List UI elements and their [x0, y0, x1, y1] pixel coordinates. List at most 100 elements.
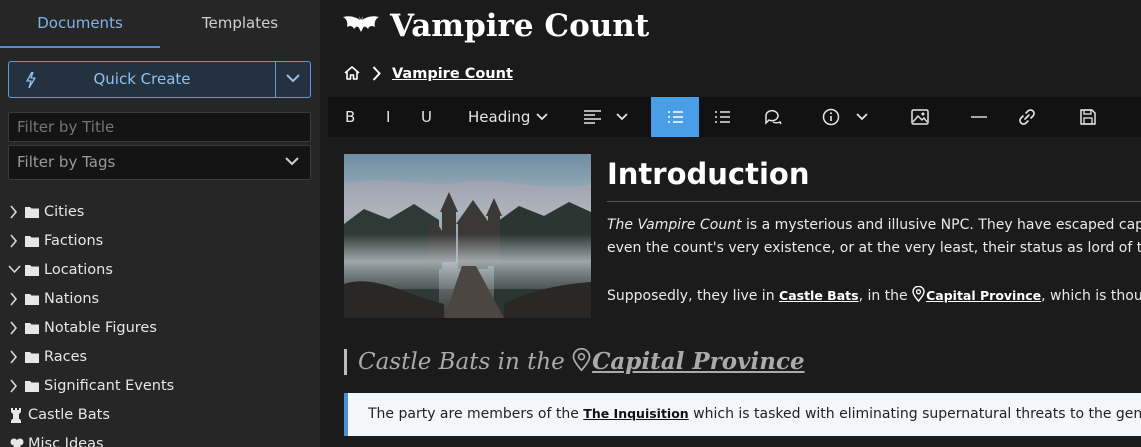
- insert-image-button[interactable]: [908, 97, 932, 137]
- chevron-right-icon[interactable]: [9, 379, 18, 393]
- chevron-down-icon: [536, 113, 548, 121]
- chevron-down-icon[interactable]: [8, 265, 21, 274]
- align-select[interactable]: [576, 97, 636, 137]
- castle-heading-text: Castle Bats in the Capital Province: [358, 346, 805, 378]
- folder-icon: [25, 206, 39, 218]
- lightning-icon: [26, 72, 36, 88]
- callout-text: The party are members of the The Inquisi…: [368, 393, 1141, 435]
- tree-folder-races[interactable]: Races: [0, 343, 320, 372]
- page-title: Vampire Count: [390, 8, 650, 44]
- tree-item-label: Notable Figures: [44, 320, 157, 336]
- callout-text-post: which is tasked with eliminating superna…: [688, 406, 1141, 422]
- bullet-list-icon: [668, 111, 683, 123]
- italic-label: I: [386, 108, 391, 126]
- main-content: Vampire Count Vampire Count B I U Headin…: [320, 0, 1141, 447]
- rook-icon: [10, 408, 22, 423]
- chevron-right-icon[interactable]: [9, 350, 18, 364]
- tree-doc-castle-bats[interactable]: Castle Bats: [0, 401, 320, 430]
- breadcrumb-current[interactable]: Vampire Count: [392, 62, 513, 86]
- tree-folder-nations[interactable]: Nations: [0, 285, 320, 314]
- chevron-down-icon: [856, 113, 868, 121]
- sidebar-tabs: Documents Templates: [0, 0, 320, 48]
- horizontal-rule-button[interactable]: [968, 97, 992, 137]
- underline-button[interactable]: U: [416, 97, 438, 137]
- horizontal-rule-icon: [971, 116, 987, 118]
- tab-templates[interactable]: Templates: [160, 0, 320, 46]
- map-pin-icon: [912, 286, 925, 302]
- tree-folder-locations[interactable]: Locations: [0, 256, 320, 285]
- castle-bats-link[interactable]: Castle Bats: [779, 288, 859, 303]
- chevron-right-icon[interactable]: [9, 292, 18, 306]
- filter-by-tags-select[interactable]: Filter by Tags: [8, 145, 311, 180]
- tree-folder-notable-figures[interactable]: Notable Figures: [0, 314, 320, 343]
- bold-label: B: [345, 108, 356, 126]
- info-select[interactable]: [822, 97, 882, 137]
- editor-toolbar: B I U Heading: [328, 97, 1141, 137]
- location-text-mid: , in the: [858, 288, 913, 304]
- tab-documents[interactable]: Documents: [0, 0, 160, 48]
- castle-heading-pre: Castle Bats in the: [358, 349, 573, 375]
- quick-create-group: Quick Create: [8, 61, 311, 98]
- location-text-post: , which is thought t: [1041, 288, 1141, 304]
- chevron-down-icon: [286, 74, 300, 83]
- filter-by-title-input[interactable]: [8, 112, 311, 142]
- location-text-pre: Supposedly, they live in: [607, 288, 780, 304]
- tree-doc-misc-ideas[interactable]: Misc Ideas: [0, 430, 320, 447]
- quick-create-button[interactable]: Quick Create: [9, 62, 275, 97]
- bat-icon: [343, 14, 379, 34]
- intro-paragraph-line-1: The Vampire Count is a mysterious and il…: [607, 214, 1141, 236]
- save-icon: [1080, 109, 1096, 125]
- folder-icon: [25, 322, 39, 334]
- heading-divider: [607, 201, 1141, 202]
- castle-image: [344, 154, 591, 318]
- callout-text-pre: The party are members of the: [368, 406, 584, 422]
- introduction-heading: Introduction: [607, 157, 810, 191]
- tree-item-label: Significant Events: [44, 378, 175, 394]
- image-icon: [911, 109, 929, 125]
- capital-province-heading-link[interactable]: Capital Province: [592, 348, 805, 375]
- underline-label: U: [421, 108, 432, 126]
- chevron-down-icon: [285, 157, 299, 166]
- numbered-list-button[interactable]: [711, 97, 735, 137]
- heading-select[interactable]: Heading: [468, 97, 558, 137]
- italic-button[interactable]: I: [380, 97, 398, 137]
- numbered-list-icon: [715, 111, 730, 123]
- tree-item-label: Misc Ideas: [28, 436, 104, 447]
- tree-item-label: Factions: [44, 233, 104, 249]
- chevron-down-icon: [616, 113, 628, 121]
- tree-item-label: Races: [44, 349, 88, 365]
- save-button[interactable]: [1076, 97, 1100, 137]
- bold-button[interactable]: B: [340, 97, 360, 137]
- align-left-icon: [584, 110, 601, 124]
- bullet-list-button[interactable]: [651, 97, 699, 137]
- insert-link-button[interactable]: [1015, 97, 1039, 137]
- home-icon[interactable]: [344, 65, 360, 81]
- lightbulb-icon: [10, 437, 24, 447]
- callout-box: The party are members of the The Inquisi…: [344, 393, 1141, 436]
- intro-text: is a mysterious and illusive NPC. They h…: [741, 217, 1141, 233]
- tree-folder-factions[interactable]: Factions: [0, 227, 320, 256]
- chevron-right-icon[interactable]: [9, 205, 18, 219]
- the-inquisition-link[interactable]: The Inquisition: [583, 406, 688, 421]
- link-icon: [1019, 109, 1035, 125]
- quick-create-dropdown[interactable]: [276, 62, 311, 97]
- intro-paragraph-line-2: even the count's very existence, or at t…: [607, 240, 1141, 256]
- location-paragraph: Supposedly, they live in Castle Bats, in…: [607, 285, 1141, 307]
- folder-icon: [25, 264, 39, 276]
- comments-icon: [765, 109, 782, 125]
- heading-accent-bar: [344, 349, 347, 375]
- vampire-count-emphasis: The Vampire Count: [607, 217, 742, 233]
- quick-create-label: Quick Create: [93, 70, 191, 88]
- chevron-right-icon[interactable]: [9, 234, 18, 248]
- folder-icon: [25, 235, 39, 247]
- tree-folder-cities[interactable]: Cities: [0, 198, 320, 227]
- capital-province-link[interactable]: Capital Province: [926, 288, 1041, 303]
- editor-content[interactable]: Introduction The Vampire Count is a myst…: [328, 137, 1141, 447]
- tree-item-label: Locations: [44, 262, 113, 278]
- heading-label: Heading: [468, 108, 531, 126]
- chevron-right-icon[interactable]: [9, 321, 18, 335]
- folder-icon: [25, 293, 39, 305]
- tree-folder-significant-events[interactable]: Significant Events: [0, 372, 320, 401]
- comment-button[interactable]: [761, 97, 785, 137]
- chevron-right-icon: [372, 66, 381, 81]
